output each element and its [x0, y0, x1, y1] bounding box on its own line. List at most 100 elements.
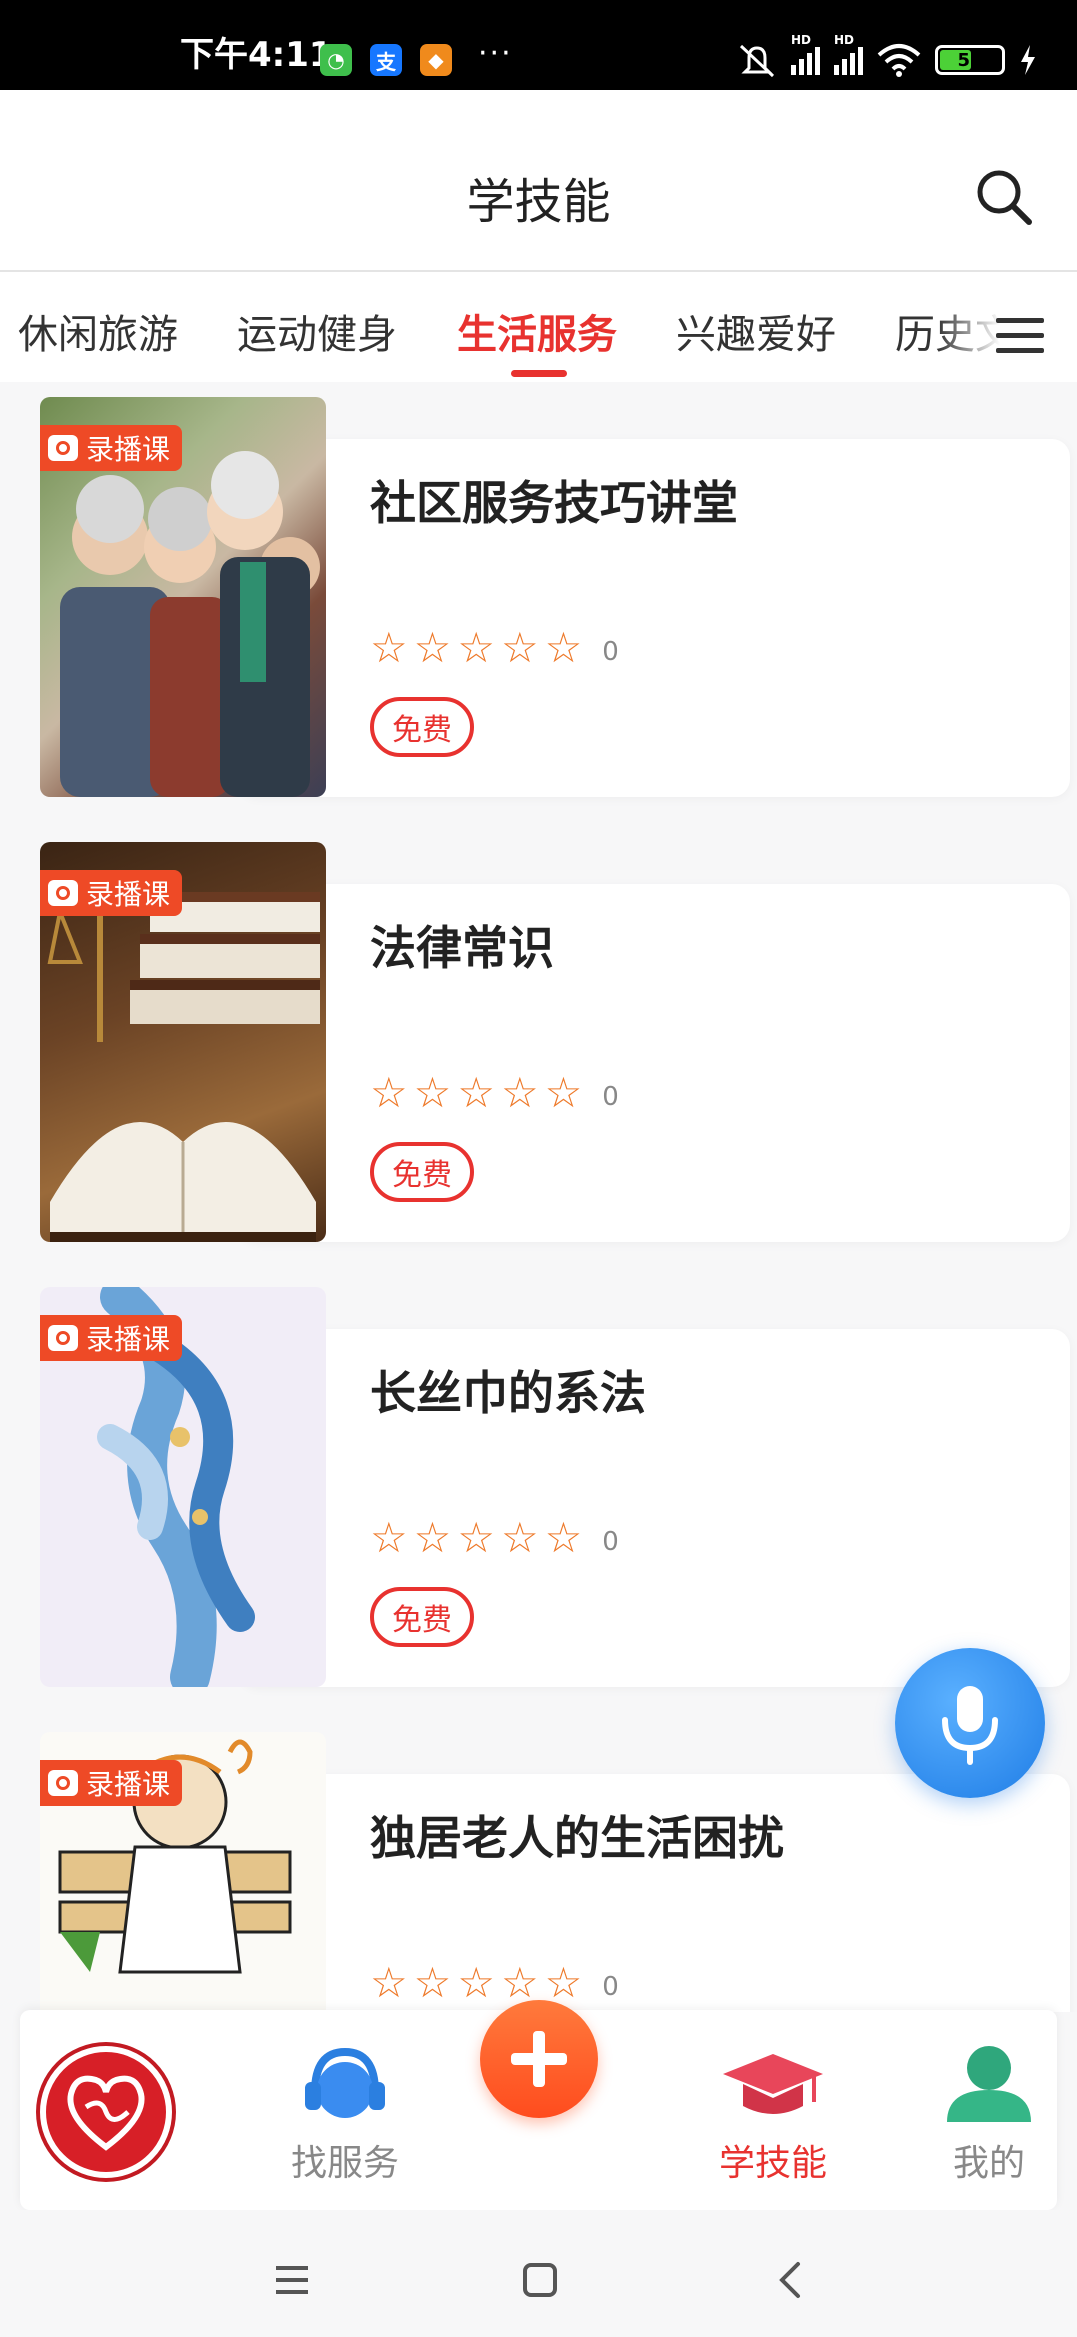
search-icon[interactable]	[975, 168, 1033, 226]
rating-count: 0	[602, 1082, 619, 1112]
price-tag: 免费	[370, 1587, 474, 1647]
rating-count: 0	[602, 1527, 619, 1557]
star-icon: ☆	[457, 1068, 495, 1117]
star-icon: ☆	[500, 1068, 539, 1117]
mute-icon	[739, 44, 775, 78]
headset-icon	[305, 2047, 385, 2118]
star-icon: ☆	[370, 1958, 408, 2007]
star-icon: ☆	[544, 1513, 583, 1562]
back-icon[interactable]	[772, 2260, 812, 2300]
signal-2-icon: HD	[834, 33, 863, 75]
active-tab-indicator	[511, 370, 567, 377]
camera-icon	[48, 1770, 78, 1796]
camera-icon	[48, 435, 78, 461]
course-thumbnail-elderly-cartoon: 录播课	[40, 1732, 326, 2012]
orange-app-icon: ◆	[420, 44, 452, 76]
rating-count: 0	[602, 637, 619, 667]
camera-icon	[48, 1325, 78, 1351]
price-tag: 免费	[370, 1142, 474, 1202]
rating-stars: ☆ ☆ ☆ ☆ ☆ 0	[370, 1517, 619, 1559]
card-background	[240, 1329, 1070, 1687]
user-icon	[947, 2046, 1031, 2122]
status-indicators: HD HD 52	[737, 33, 1037, 80]
badge-label: 录播课	[86, 1323, 171, 1356]
course-card[interactable]: 录播课 法律常识 ☆ ☆ ☆ ☆ ☆ 0 免费	[40, 842, 1070, 1242]
more-notifications-icon: ···	[478, 36, 513, 71]
star-icon: ☆	[370, 1513, 408, 1562]
recent-apps-icon[interactable]	[272, 2260, 312, 2300]
wechat-app-icon: ◔	[320, 44, 352, 76]
nav-label: 我的	[952, 2143, 1025, 2184]
app-logo-icon[interactable]	[40, 2046, 172, 2178]
nav-find-service[interactable]: 找服务	[260, 2042, 430, 2186]
card-background	[240, 884, 1070, 1242]
star-icon: ☆	[544, 1068, 583, 1117]
star-icon: ☆	[413, 1513, 452, 1562]
recorded-course-badge: 录播课	[40, 425, 183, 471]
wifi-icon	[877, 44, 921, 77]
charging-icon	[1021, 45, 1035, 75]
page-header: 学技能	[0, 90, 1077, 272]
bottom-nav: 找服务 学技能 我的	[20, 2000, 1057, 2210]
star-icon: ☆	[500, 1513, 539, 1562]
course-card[interactable]: 录播课 独居老人的生活困扰 ☆ ☆ ☆ ☆ ☆ 0 免费	[40, 1732, 1070, 2012]
star-icon: ☆	[457, 1958, 495, 2007]
alipay-app-icon: 支	[370, 44, 402, 76]
signal-1-icon: HD	[791, 33, 820, 75]
course-thumbnail-elderly-group: 录播课	[40, 397, 326, 797]
rating-stars: ☆ ☆ ☆ ☆ ☆ 0	[370, 627, 619, 669]
star-icon: ☆	[500, 623, 539, 672]
nav-learn-skill[interactable]: 学技能	[688, 2042, 858, 2186]
nav-label: 找服务	[290, 2143, 399, 2184]
price-tag: 免费	[370, 697, 474, 757]
course-title: 长丝巾的系法	[370, 1366, 646, 1420]
tab-sports-fitness[interactable]: 运动健身	[237, 302, 397, 360]
microphone-icon	[942, 1686, 998, 1765]
tab-hobbies[interactable]: 兴趣爱好	[676, 302, 836, 360]
badge-label: 录播课	[86, 878, 171, 911]
course-title: 法律常识	[370, 921, 554, 975]
course-card[interactable]: 录播课 社区服务技巧讲堂 ☆ ☆ ☆ ☆ ☆ 0 免费	[40, 397, 1070, 797]
recorded-course-badge: 录播课	[40, 1315, 183, 1361]
star-icon: ☆	[544, 1958, 583, 2007]
camera-icon	[48, 880, 78, 906]
rating-stars: ☆ ☆ ☆ ☆ ☆ 0	[370, 1072, 619, 1114]
battery-level: 52	[957, 49, 983, 71]
page-title: 学技能	[466, 174, 611, 230]
tab-life-service[interactable]: 生活服务	[457, 302, 617, 360]
badge-label: 录播课	[86, 1768, 171, 1801]
recorded-course-badge: 录播课	[40, 1760, 183, 1806]
star-icon: ☆	[370, 1068, 408, 1117]
recorded-course-badge: 录播课	[40, 870, 183, 916]
nav-label: 学技能	[718, 2143, 827, 2184]
rating-count: 0	[602, 1972, 619, 2002]
category-tabs: 休闲旅游 运动健身 生活服务 兴趣爱好 历史文化	[0, 272, 1077, 382]
plus-icon[interactable]	[480, 2000, 598, 2118]
graduation-cap-icon	[723, 2054, 823, 2114]
star-icon: ☆	[413, 623, 452, 672]
course-title: 社区服务技巧讲堂	[370, 476, 738, 530]
status-bar: 下午4:11 ◔ 支 ◆ ··· HD HD 52	[0, 0, 1077, 90]
star-icon: ☆	[457, 1513, 495, 1562]
star-icon: ☆	[413, 1068, 452, 1117]
battery-icon: 52	[935, 45, 1005, 75]
rating-stars: ☆ ☆ ☆ ☆ ☆ 0	[370, 1962, 619, 2004]
heart-logo-icon	[67, 2075, 145, 2151]
status-time: 下午4:11	[180, 35, 333, 75]
menu-icon[interactable]	[996, 318, 1044, 354]
system-nav-bar	[0, 2210, 1077, 2337]
tab-leisure-travel[interactable]: 休闲旅游	[18, 302, 178, 360]
star-icon: ☆	[457, 623, 495, 672]
star-icon: ☆	[544, 623, 583, 672]
course-thumbnail-silk-scarf: 录播课	[40, 1287, 326, 1687]
course-thumbnail-law-books: 录播课	[40, 842, 326, 1242]
star-icon: ☆	[370, 623, 408, 672]
course-card[interactable]: 录播课 长丝巾的系法 ☆ ☆ ☆ ☆ ☆ 0 免费	[40, 1287, 1070, 1687]
star-icon: ☆	[413, 1958, 452, 2007]
badge-label: 录播课	[86, 433, 171, 466]
star-icon: ☆	[500, 1958, 539, 2007]
nav-mine[interactable]: 我的	[904, 2042, 1074, 2186]
course-title: 独居老人的生活困扰	[370, 1811, 784, 1865]
voice-input-button[interactable]	[895, 1648, 1045, 1798]
home-icon[interactable]	[520, 2260, 560, 2300]
